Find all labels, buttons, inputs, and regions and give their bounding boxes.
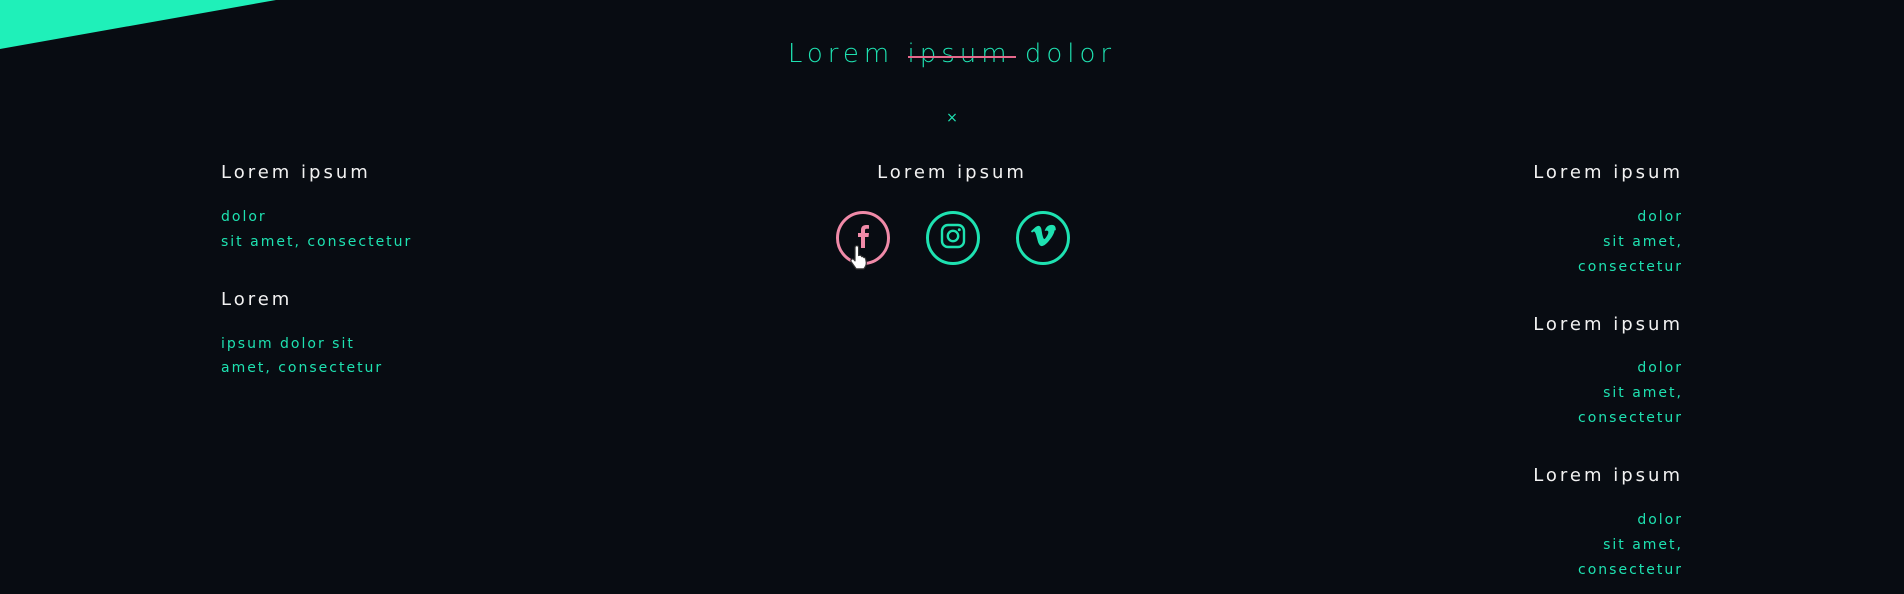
right-link-2-2[interactable]: sit amet,	[1603, 381, 1683, 406]
title-word-1: Lorem	[787, 39, 895, 69]
right-link-1-2[interactable]: sit amet,	[1603, 230, 1683, 255]
right-link-3-3[interactable]: consectetur	[1578, 558, 1683, 583]
left-heading-2: Lorem	[221, 289, 293, 310]
right-heading-2: Lorem ipsum	[1533, 314, 1683, 335]
left-link-2[interactable]: sit amet, consectetur	[221, 230, 412, 255]
page-title: Lorem ipsum dolor	[0, 39, 1904, 69]
vimeo-button[interactable]	[1016, 211, 1070, 265]
right-link-2-3[interactable]: consectetur	[1578, 406, 1683, 431]
instagram-icon	[940, 223, 966, 253]
left-link-1[interactable]: dolor	[221, 205, 267, 230]
left-link-3[interactable]: ipsum dolor sit	[221, 332, 355, 357]
hand-cursor-icon	[848, 245, 870, 275]
right-link-3-2[interactable]: sit amet,	[1603, 533, 1683, 558]
right-link-1-1[interactable]: dolor	[1637, 205, 1683, 230]
right-link-3-1[interactable]: dolor	[1637, 508, 1683, 533]
title-word-3: dolor	[1024, 39, 1117, 69]
right-link-2-1[interactable]: dolor	[1637, 356, 1683, 381]
right-link-1-3[interactable]: consectetur	[1578, 255, 1683, 280]
right-heading-3: Lorem ipsum	[1533, 465, 1683, 486]
instagram-button[interactable]	[926, 211, 980, 265]
right-heading-1: Lorem ipsum	[1533, 162, 1683, 183]
title-word-struck: ipsum	[907, 39, 1016, 69]
vimeo-icon	[1030, 224, 1056, 252]
left-link-4[interactable]: amet, consectetur	[221, 356, 383, 381]
close-icon[interactable]: ×	[946, 111, 958, 125]
